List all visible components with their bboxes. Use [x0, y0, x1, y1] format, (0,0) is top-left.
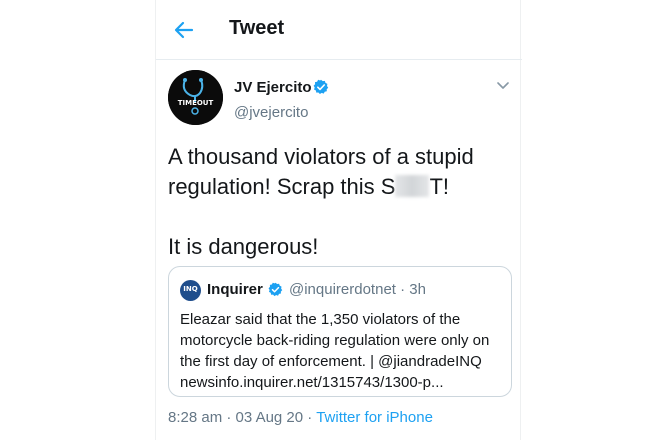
- avatar-logo: TIMEOUT: [168, 70, 223, 125]
- tweet-text-part-1: regulation! Scrap this S: [168, 174, 396, 199]
- inquirer-logo-text: INQ: [183, 285, 198, 293]
- quoted-author-name: Inquirer: [207, 281, 263, 298]
- censored-text-blur: [395, 175, 430, 197]
- tweet-time: 8:28 am: [168, 409, 223, 426]
- quoted-text-line-2: motorcycle back-riding regulation were o…: [180, 332, 490, 349]
- tweet-text-line-1: A thousand violators of a stupid: [168, 144, 474, 169]
- tweet-screen: Tweet TIMEOUT JV Ejercito @jvejercito A …: [155, 0, 522, 440]
- quoted-text-line-1: Eleazar said that the 1,350 violators of…: [180, 311, 461, 328]
- tweet-text: A thousand violators of a stupid regulat…: [168, 142, 513, 262]
- more-options-button[interactable]: [494, 76, 512, 94]
- avatar-text: TIMEOUT: [178, 99, 214, 107]
- arrow-left-icon: [174, 21, 194, 39]
- quoted-text-line-3: the first day of enforcement. | @jiandra…: [180, 353, 482, 370]
- quoted-author-handle-time: @inquirerdotnet · 3h: [289, 281, 426, 298]
- tweet-text-line-3: It is dangerous!: [168, 234, 319, 259]
- tweet-text-part-2: T!: [429, 174, 450, 199]
- author-name[interactable]: JV Ejercito: [234, 79, 312, 96]
- tweet-text-line-2: regulation! Scrap this S T!: [168, 172, 513, 202]
- author-handle[interactable]: @jvejercito: [234, 104, 308, 121]
- top-bar: Tweet: [156, 0, 522, 60]
- back-button[interactable]: [172, 18, 196, 42]
- quoted-text-line-4: newsinfo.inquirer.net/1315743/1300-p...: [180, 374, 444, 391]
- avatar[interactable]: TIMEOUT: [168, 70, 223, 125]
- meta-separator: ·: [226, 409, 232, 426]
- page-title: Tweet: [229, 17, 285, 39]
- chevron-down-icon: [497, 82, 509, 89]
- quoted-tweet-text: Eleazar said that the 1,350 violators of…: [180, 309, 505, 393]
- tweet-date: 03 Aug 20: [235, 409, 304, 426]
- meta-separator: ·: [307, 409, 313, 426]
- verified-badge-icon: [268, 282, 283, 297]
- verified-badge-icon: [313, 79, 329, 95]
- quoted-tweet-card[interactable]: INQ Inquirer @inquirerdotnet · 3h Eleaza…: [168, 266, 512, 397]
- tweet-metadata: 8:28 am · 03 Aug 20 · Twitter for iPhone: [168, 409, 433, 426]
- tweet-source-link[interactable]: Twitter for iPhone: [316, 409, 433, 426]
- inquirer-logo-icon: INQ: [180, 280, 201, 301]
